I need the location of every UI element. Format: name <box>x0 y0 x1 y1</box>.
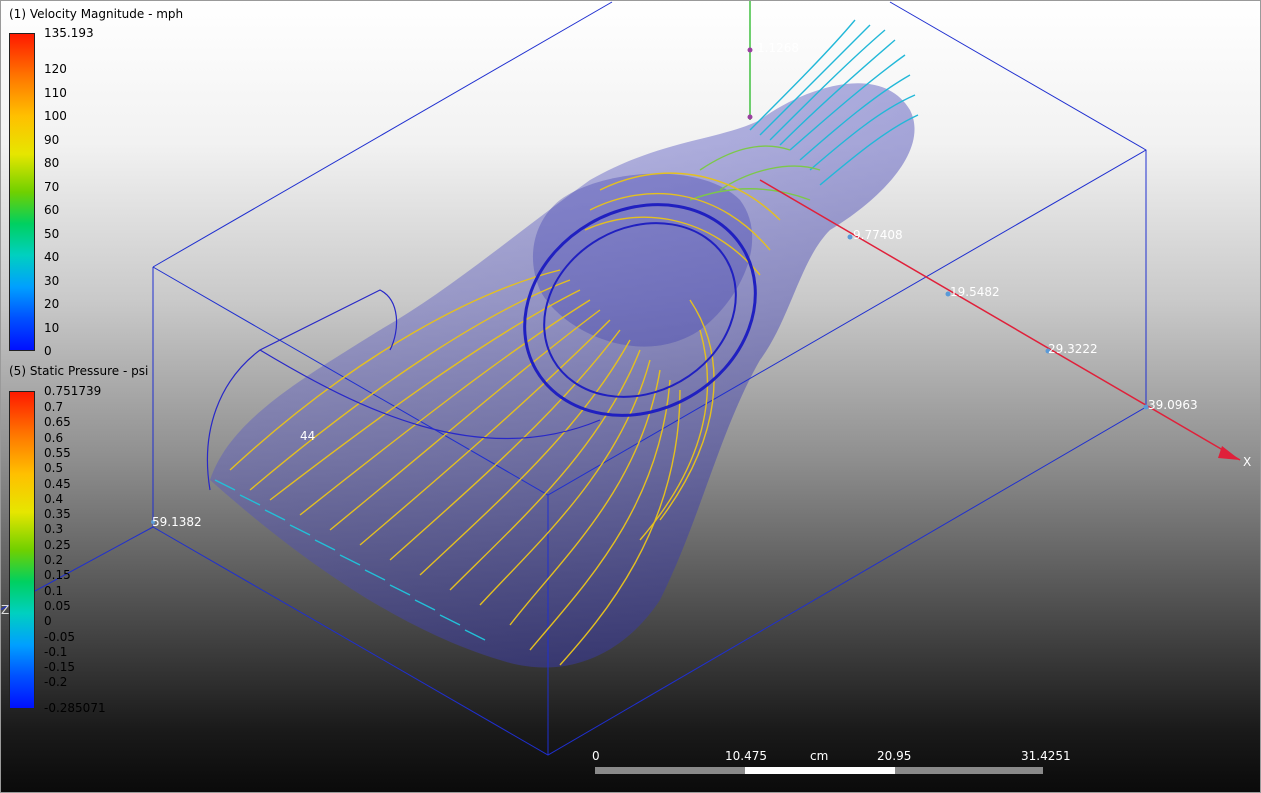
pressure-color-bar <box>9 391 35 709</box>
pressure-tick-label: 0.5 <box>44 461 64 476</box>
x-tick-label-1: 9.77408 <box>853 228 903 242</box>
y-axis <box>747 0 753 120</box>
scale-label-2: 20.95 <box>877 749 912 763</box>
pressure-legend-title: (5) Static Pressure - psi <box>9 364 149 378</box>
x-axis-name: X <box>1243 455 1252 469</box>
scale-label-1: 10.475 <box>725 749 767 763</box>
scale-label-3: 31.4251 <box>1021 749 1071 763</box>
velocity-tick-label: 120 <box>44 62 67 76</box>
pressure-tick-label: 0.45 <box>44 476 71 491</box>
pressure-tick-label: -0.05 <box>44 629 76 644</box>
pressure-tick-label: 0.1 <box>44 583 64 598</box>
velocity-tick-label: 70 <box>44 179 60 194</box>
velocity-tick-label: 50 <box>44 226 60 241</box>
velocity-legend-title: (1) Velocity Magnitude - mph <box>9 7 184 21</box>
pressure-tick-label: 0.7 <box>44 400 64 414</box>
pressure-tick-label: 0.55 <box>44 445 71 460</box>
pressure-tick-label: 0.25 <box>44 537 71 552</box>
velocity-tick-label: 60 <box>44 203 60 217</box>
duct-body <box>210 83 915 668</box>
velocity-tick-label: 100 <box>44 109 67 123</box>
pressure-tick-label: 0.15 <box>44 568 71 583</box>
velocity-max-label: 135.193 <box>44 26 94 40</box>
velocity-tick-label: 10 <box>44 320 60 335</box>
x-tick-label-2: 19.5482 <box>950 285 1000 299</box>
x-axis <box>759 179 1241 461</box>
pressure-tick-label: 0.2 <box>44 553 64 567</box>
scale-label-unit: cm <box>810 749 829 763</box>
pressure-tick-label: 0.65 <box>44 415 71 430</box>
velocity-tick-label: 110 <box>44 85 67 100</box>
z-axis-name: Z <box>1 603 10 617</box>
pressure-tick-label: 0.3 <box>44 522 64 537</box>
pressure-min-label: -0.285071 <box>44 701 106 715</box>
velocity-tick-label: 20 <box>44 297 60 311</box>
y-tick-label: 1.1268 <box>757 41 799 55</box>
pressure-tick-label: 0.4 <box>44 491 64 506</box>
velocity-tick-label: 40 <box>44 250 60 264</box>
velocity-tick-label: 80 <box>44 156 60 170</box>
pressure-tick-label: 0 <box>44 614 52 629</box>
pressure-tick-label: -0.2 <box>44 675 68 690</box>
x-tick-label-3: 29.3222 <box>1048 342 1098 356</box>
3d-viewport[interactable] <box>0 0 1261 793</box>
pressure-max-label: 0.751739 <box>44 384 102 398</box>
pressure-tick-label: -0.15 <box>44 660 76 675</box>
velocity-color-bar <box>9 33 35 351</box>
x-tick-label-4: 39.0963 <box>1148 398 1198 412</box>
pressure-tick-label: 0.6 <box>44 430 64 445</box>
pressure-tick-label: -0.1 <box>44 644 68 659</box>
scale-bar <box>595 767 1043 774</box>
z-tick-label-b: 44 <box>300 429 316 443</box>
velocity-tick-label: 0 <box>44 344 52 358</box>
pressure-tick-label: 0.05 <box>44 598 71 613</box>
scale-label-0: 0 <box>592 749 600 763</box>
velocity-tick-label: 90 <box>44 132 60 147</box>
pressure-tick-label: 0.35 <box>44 507 71 522</box>
z-tick-label-a: 59.1382 <box>152 515 202 529</box>
velocity-tick-label: 30 <box>44 273 60 288</box>
